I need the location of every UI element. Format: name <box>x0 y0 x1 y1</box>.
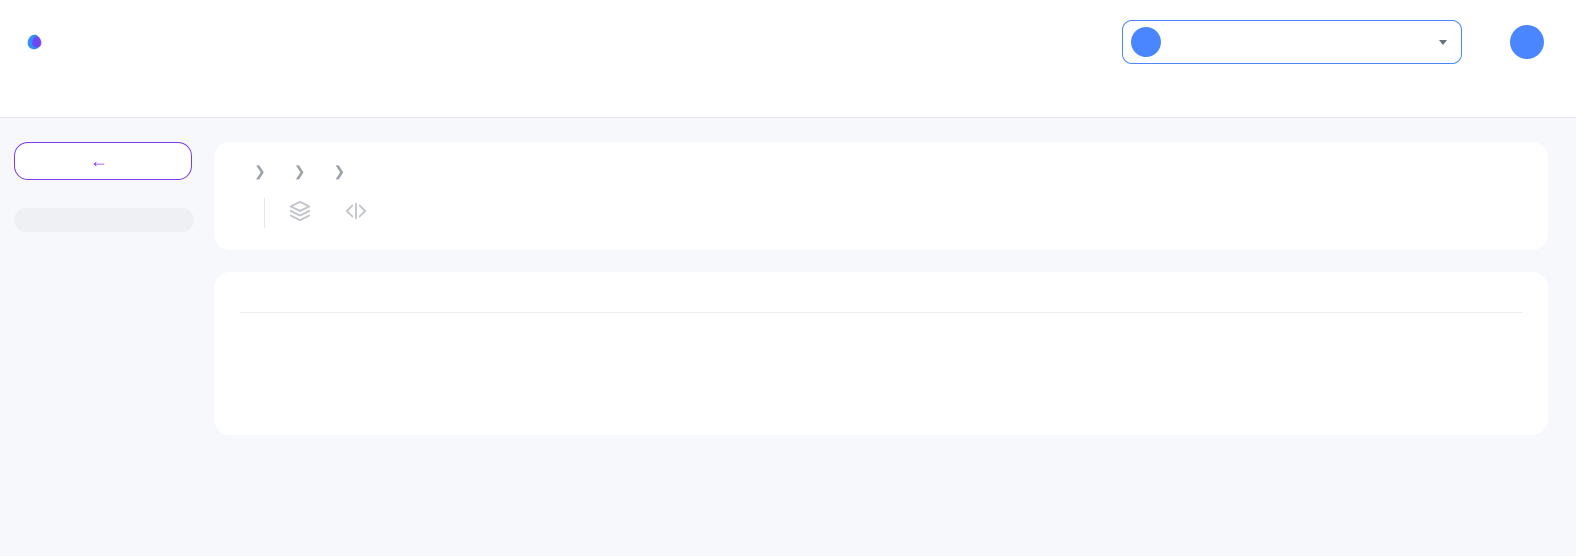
sidebar-item-summary[interactable] <box>14 208 194 232</box>
chevron-right-icon: ❯ <box>254 164 266 180</box>
divider <box>264 198 265 228</box>
summary-row-application-type <box>240 365 1522 385</box>
sidebar-item-activity-log[interactable] <box>14 264 194 288</box>
logo[interactable] <box>24 31 52 53</box>
summary-card <box>214 272 1548 435</box>
breadcrumb: ❯ ❯ ❯ <box>240 164 1522 180</box>
server-type <box>289 200 321 226</box>
summary-row-domain <box>240 345 1522 365</box>
summary-row-deployed-on <box>240 325 1522 345</box>
nav-tabs <box>0 70 1576 118</box>
page-header-card: ❯ ❯ ❯ <box>214 142 1548 250</box>
chevron-right-icon: ❯ <box>294 164 306 180</box>
code-icon <box>345 200 367 226</box>
sidebar-item-domain-manager[interactable] <box>14 236 194 260</box>
arrow-left-icon: ← <box>90 152 108 170</box>
team-selector[interactable] <box>1122 20 1462 64</box>
sidebar-item-setting[interactable] <box>14 292 194 316</box>
summary-heading <box>240 296 1522 313</box>
chevron-down-icon <box>1439 40 1447 45</box>
logo-icon <box>24 31 46 53</box>
side-nav <box>14 208 194 316</box>
back-button[interactable]: ← <box>14 142 192 180</box>
team-role-dropdown[interactable] <box>1433 40 1447 45</box>
chevron-right-icon: ❯ <box>333 164 345 180</box>
user-avatar[interactable] <box>1510 25 1544 59</box>
team-avatar <box>1131 27 1161 57</box>
runtime <box>345 200 377 226</box>
summary-row-public-path <box>240 385 1522 405</box>
layers-icon <box>289 200 311 226</box>
